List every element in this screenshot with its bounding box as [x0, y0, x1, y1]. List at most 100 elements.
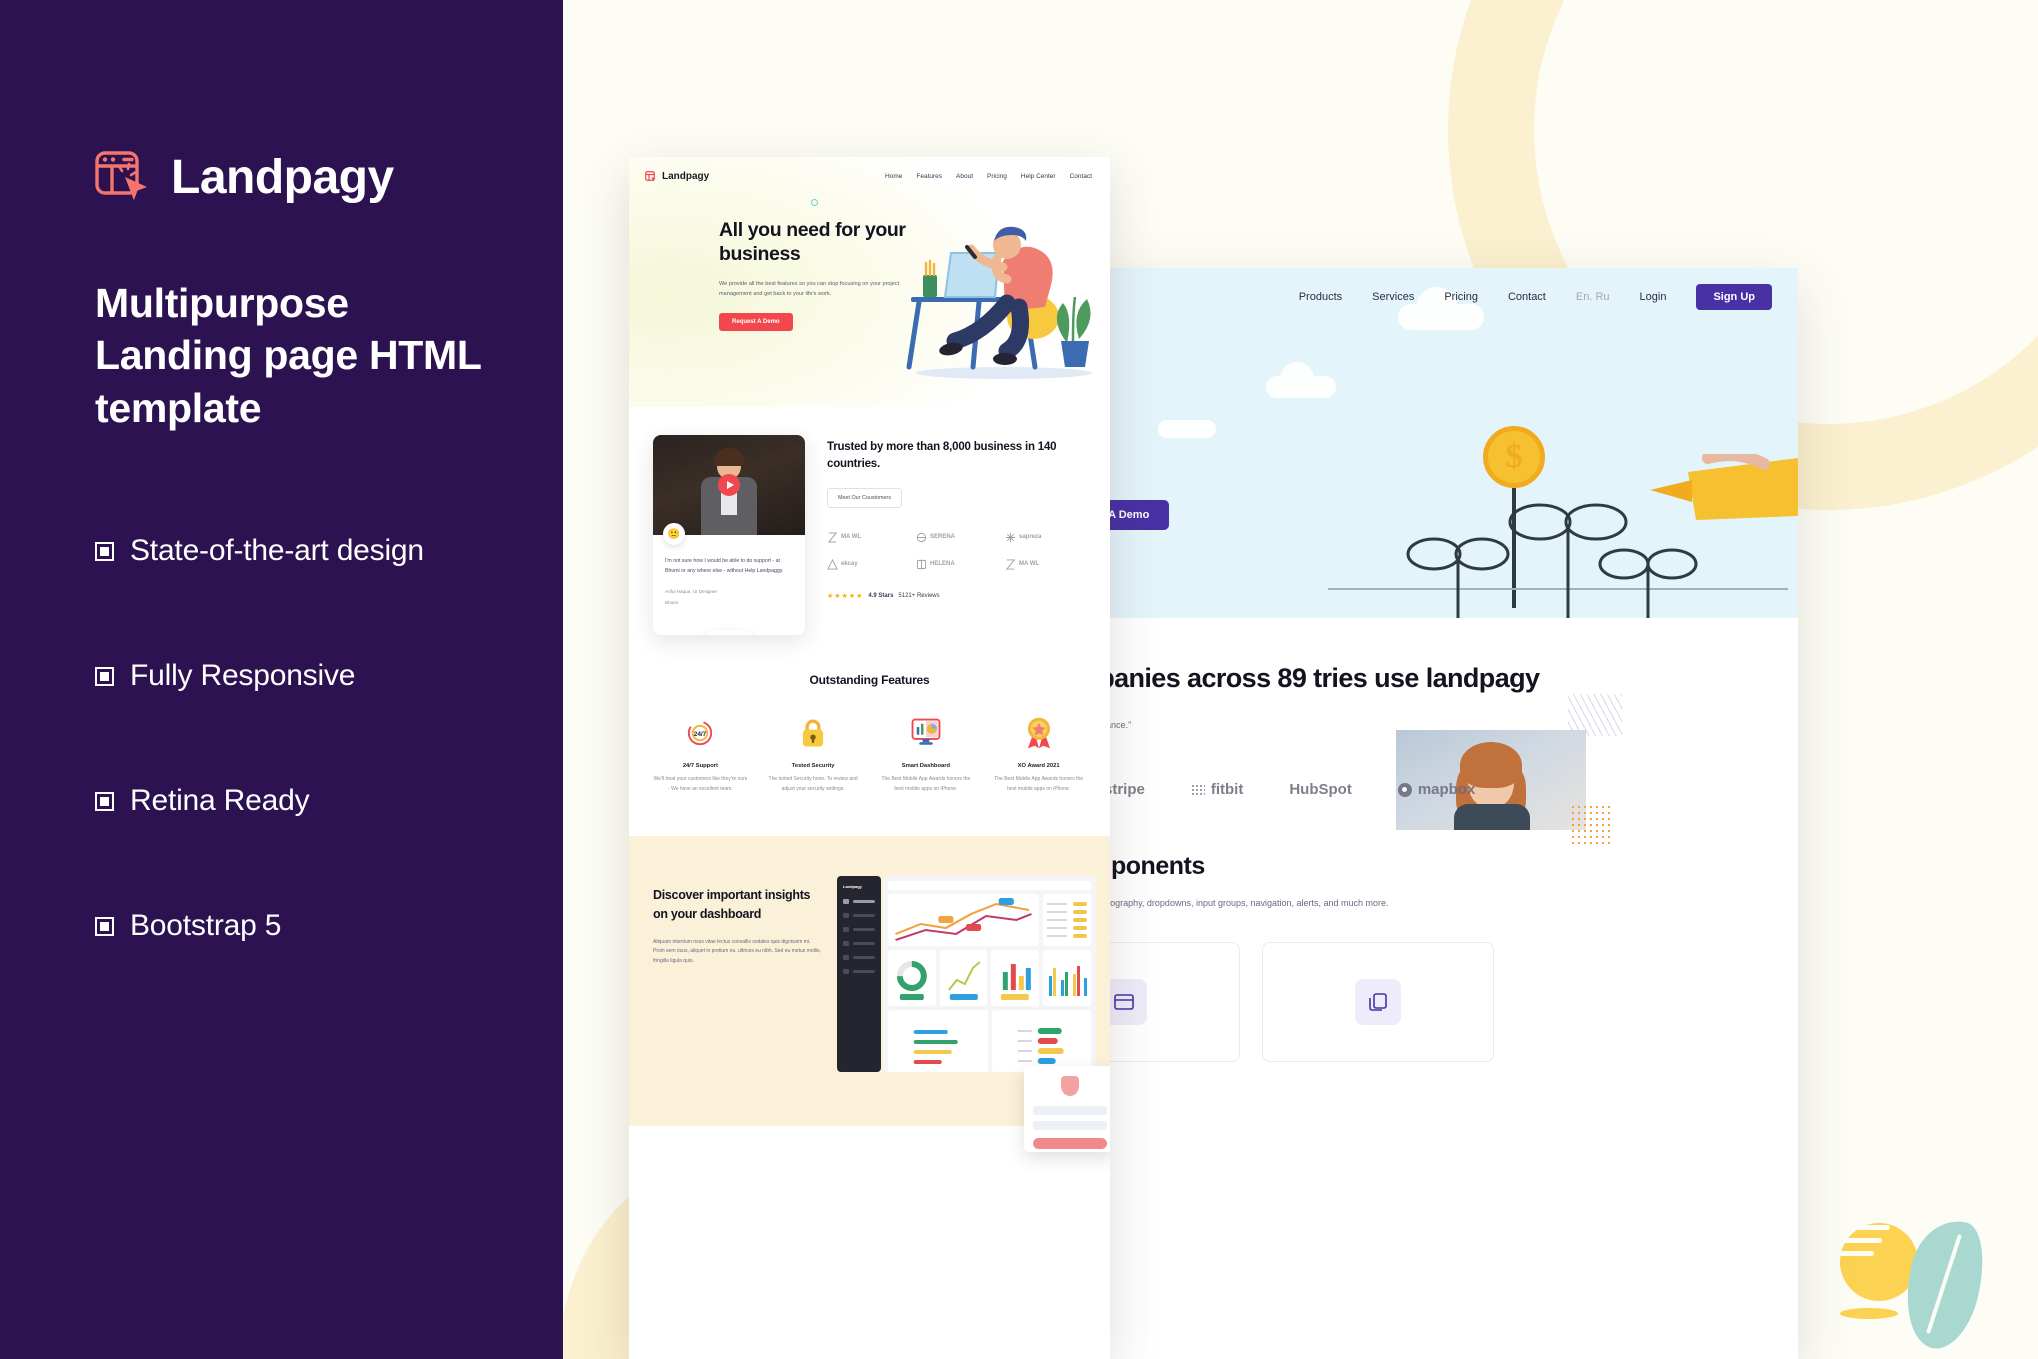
square-bullet-icon — [95, 666, 114, 686]
component-card[interactable] — [1262, 942, 1494, 1063]
hero-subtitle: We provide all the best features so you … — [719, 281, 900, 298]
list-item: Fully Responsive — [95, 659, 563, 693]
carousel-dots[interactable] — [705, 630, 753, 635]
progress-list-card — [888, 1010, 988, 1072]
companies-body: number of that as the rmance." — [1098, 719, 1132, 730]
component-card-list — [1098, 942, 1798, 1063]
landpagy-logo-icon — [95, 150, 153, 205]
brand-logo-stripe: stripe — [1104, 781, 1145, 799]
testimonial-video-card[interactable]: 🙂 I'm not sure how I would be able to do… — [653, 435, 805, 635]
client-logo: MA WL — [1005, 558, 1086, 570]
sidebar-item-blog[interactable] — [843, 927, 875, 932]
mockup1-brand[interactable]: Landpagy — [645, 171, 709, 182]
list-item: State-of-the-art design — [95, 534, 563, 568]
nav-item-pricing[interactable]: Pricing — [987, 173, 1007, 180]
nav-item-contact[interactable]: Contact — [1508, 291, 1546, 303]
feature-title: 24/7 Support — [682, 763, 718, 769]
mockup-screenshot-two: Products Services Pricing Contact En. Ru… — [1098, 268, 1798, 1359]
feature-desc: The Best Mobile App Awards honors the be… — [881, 776, 971, 792]
feature-desc: The Best Mobile App Awards honors the be… — [994, 776, 1084, 792]
testimonial-company: Bhumi — [665, 599, 679, 605]
woman-photo — [1396, 730, 1586, 830]
language-switcher[interactable]: En. Ru — [1576, 291, 1610, 303]
dashboard-app-name: Landpagy — [843, 884, 862, 889]
nav-item-products[interactable]: Products — [1299, 291, 1342, 303]
dashboard-mockup-image: Landpagy — [831, 870, 1110, 1152]
promo-feature-list: State-of-the-art design Fully Responsive… — [95, 534, 563, 943]
dashboard-row — [888, 950, 1092, 1006]
signup-button[interactable]: Sign Up — [1696, 284, 1772, 310]
brand-lockup: Landpagy — [95, 150, 563, 205]
feature-desc: The tested Security hone. To review and … — [768, 776, 858, 792]
testimonial-author: Ariful Haque, UI Designer — [665, 589, 718, 595]
request-a-demo-button[interactable]: Request A Demo — [719, 313, 793, 331]
sidebar-item-email[interactable] — [843, 941, 875, 946]
dashboard-copy: Discover important insights on your dash… — [653, 870, 821, 1126]
dashboard-sidebar[interactable]: Landpagy — [837, 876, 881, 1072]
landpagy-logo-icon — [645, 171, 657, 182]
dashboard-panel — [883, 876, 1096, 1072]
feature-card[interactable]: 24/7 24/7 Support We'll treat your custo… — [649, 713, 752, 794]
client-logo: sapreza — [1005, 532, 1086, 543]
feature-label: Retina Ready — [130, 784, 310, 818]
stats-list-card — [1043, 894, 1091, 946]
component-card[interactable] — [1098, 942, 1240, 1063]
metrics-card — [991, 1010, 1091, 1072]
mockup2-components-section: less components nents built to provide i… — [1098, 852, 1798, 1063]
feature-card[interactable]: Smart Dashboard The Best Mobile App Awar… — [875, 713, 978, 794]
cloud-icon — [1266, 362, 1336, 398]
reviews-count: 5121+ Reviews — [898, 592, 940, 599]
feature-card[interactable]: Tested Security The tested Security hone… — [762, 713, 865, 794]
avatar: 🙂 — [663, 523, 685, 545]
sidebar-item-users[interactable] — [843, 955, 875, 960]
decor-dot-grid — [1570, 804, 1612, 846]
dashboard-topbar — [888, 881, 1091, 890]
mockup2-hero: Products Services Pricing Contact En. Ru… — [1098, 268, 1798, 618]
decor-sun-streaks — [1838, 1225, 1898, 1271]
square-bullet-icon — [95, 791, 114, 811]
decor-leaf-icon — [1893, 1212, 1995, 1356]
dashboard-section: Discover important insights on your dash… — [629, 836, 1110, 1152]
promo-panel: Landpagy Multipurpose Landing page HTML … — [0, 0, 563, 1359]
feature-card[interactable]: XO Award 2021 The Best Mobile App Awards… — [987, 713, 1090, 794]
support-24-7-icon: 24/7 — [649, 713, 752, 753]
rating-row: ★★★★★ 4.9 Stars 5121+ Reviews — [827, 592, 1086, 600]
feature-label: Fully Responsive — [130, 659, 356, 693]
feature-label: Bootstrap 5 — [130, 909, 282, 943]
sidebar-item-files[interactable] — [843, 913, 875, 918]
meet-our-customers-button[interactable]: Meet Our Coustomers — [827, 487, 903, 508]
mockup2-hero-subtitle: ousing on your project — [1098, 456, 1358, 467]
rating-value: 4.9 Stars — [868, 592, 894, 599]
mockup2-navbar[interactable]: Products Services Pricing Contact En. Ru… — [1299, 284, 1772, 310]
password-field[interactable] — [1033, 1121, 1107, 1130]
play-button-icon[interactable] — [718, 474, 740, 496]
mockup2-companies-section: 0+ companies across 89 tries use landpag… — [1098, 618, 1798, 846]
sidebar-item-setting[interactable] — [843, 969, 875, 974]
nav-item-features[interactable]: Features — [916, 173, 942, 180]
login-link[interactable]: Login — [1640, 291, 1667, 303]
trend-chart-card — [939, 950, 988, 1006]
star-rating-icon: ★★★★★ — [827, 592, 864, 600]
video-thumbnail[interactable] — [653, 435, 805, 535]
nav-item-contact[interactable]: Contact — [1070, 173, 1092, 180]
award-medal-icon — [987, 713, 1090, 753]
nav-item-about[interactable]: About — [956, 173, 973, 180]
features-section: Outstanding Features 24/7 24/7 Support W… — [629, 635, 1110, 794]
list-item: Retina Ready — [95, 784, 563, 818]
mockup1-navbar[interactable]: Home Features About Pricing Help Center … — [885, 173, 1092, 180]
decor-dot — [811, 199, 818, 206]
square-bullet-icon — [95, 916, 114, 936]
mockup1-brand-name: Landpagy — [662, 171, 710, 182]
trusted-content: Trusted by more than 8,000 business in 1… — [827, 435, 1086, 635]
bar-chart-card — [991, 950, 1040, 1006]
login-submit-button[interactable] — [1033, 1138, 1107, 1149]
sidebar-item-dashboard[interactable] — [843, 899, 875, 904]
testimonial-body: I'm not sure how I would be able to do s… — [653, 535, 805, 607]
nav-item-help-center[interactable]: Help Center — [1021, 173, 1056, 180]
nav-item-home[interactable]: Home — [885, 173, 902, 180]
companies-title: 0+ companies across 89 tries use landpag… — [1098, 663, 1540, 693]
nav-item-pricing[interactable]: Pricing — [1444, 291, 1478, 303]
nav-item-services[interactable]: Services — [1372, 291, 1414, 303]
brand-logo-mapbox: mapbox — [1397, 781, 1475, 798]
username-field[interactable] — [1033, 1106, 1107, 1115]
